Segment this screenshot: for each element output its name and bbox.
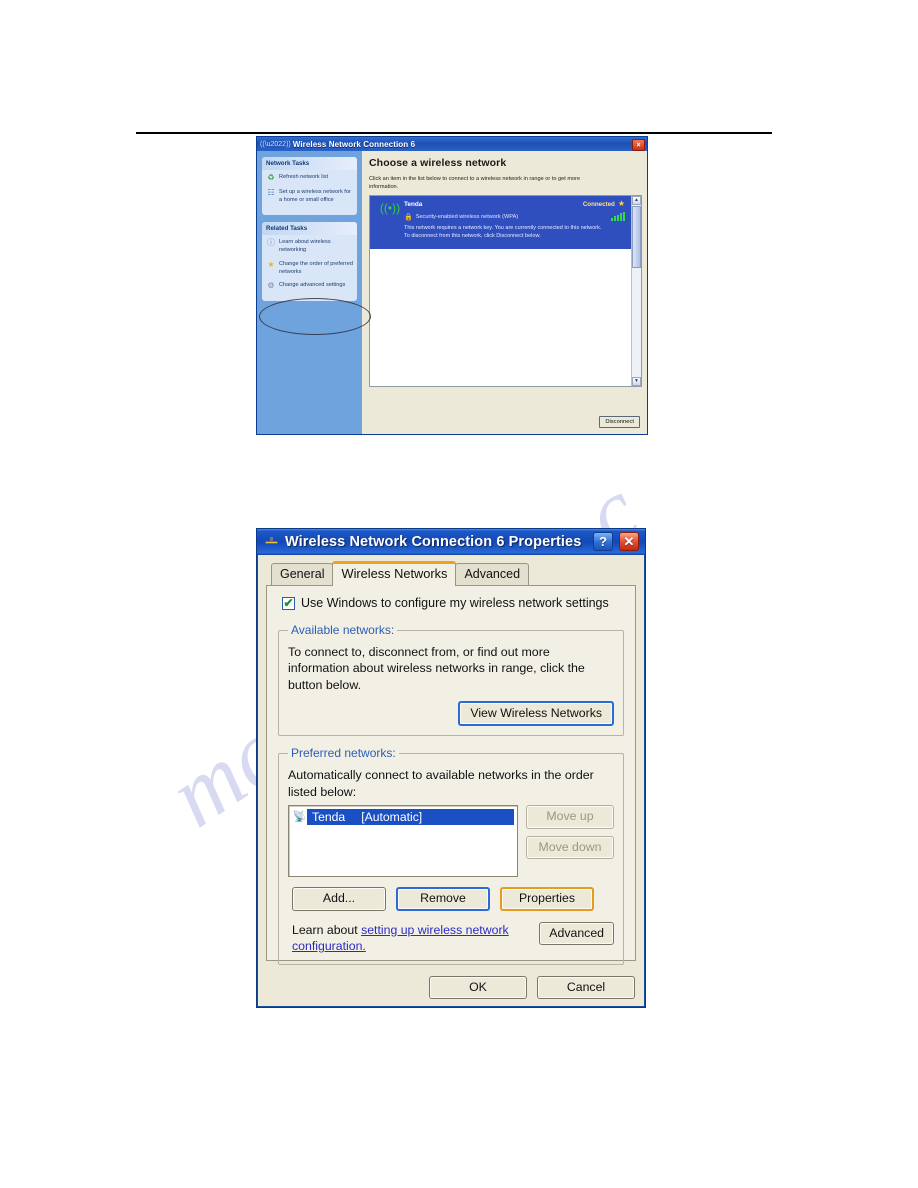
tab-wireless-networks[interactable]: Wireless Networks bbox=[332, 560, 457, 586]
tab-panel-wireless-networks: ✔ Use Windows to configure my wireless n… bbox=[266, 585, 636, 965]
scroll-down-icon[interactable]: ▼ bbox=[632, 377, 641, 387]
list-item[interactable]: 📡 Tenda [Automatic] bbox=[292, 809, 514, 826]
network-security: Security-enabled wireless network (WPA) bbox=[415, 213, 519, 220]
sidebar-item-label: Set up a wireless network for a home or … bbox=[279, 189, 351, 204]
info-icon: ⓘ bbox=[267, 237, 275, 247]
network-description: This network requires a network key. You… bbox=[404, 225, 602, 240]
network-ssid: Tenda bbox=[404, 200, 423, 208]
window2-titlebar: Wireless Network Connection 6 Properties… bbox=[257, 529, 645, 555]
network-tasks-header: Network Tasks bbox=[262, 157, 357, 170]
move-up-button[interactable]: Move up bbox=[526, 805, 614, 829]
window1-footer: Disconnect bbox=[362, 410, 647, 434]
network-item-details: Tenda Connected ★ 🔒 Security-enabled wir… bbox=[404, 200, 625, 241]
window1-body: Network Tasks ♻ Refresh network list ☷ S… bbox=[257, 151, 647, 434]
tab-strip: General Wireless Networks Advanced bbox=[266, 560, 636, 586]
preferred-networks-legend: Preferred networks: bbox=[291, 746, 396, 761]
remove-button[interactable]: Remove bbox=[396, 887, 490, 911]
sidebar-item-label: Change advanced settings bbox=[279, 282, 346, 289]
signal-bars-icon bbox=[610, 212, 625, 222]
sidebar-item-change-order[interactable]: ★ Change the order of preferred networks bbox=[266, 260, 353, 277]
add-button[interactable]: Add... bbox=[292, 887, 386, 911]
close-icon[interactable]: ✕ bbox=[619, 532, 639, 551]
sidebar-item-refresh-network-list[interactable]: ♻ Refresh network list bbox=[266, 173, 353, 183]
tab-advanced[interactable]: Advanced bbox=[455, 563, 530, 585]
wireless-network-properties-dialog: Wireless Network Connection 6 Properties… bbox=[256, 528, 646, 1008]
sidebar-item-learn-about-wireless[interactable]: ⓘ Learn about wireless networking bbox=[266, 238, 353, 255]
tab-general[interactable]: General bbox=[271, 563, 334, 585]
close-icon[interactable]: × bbox=[632, 139, 645, 151]
use-windows-config-row[interactable]: ✔ Use Windows to configure my wireless n… bbox=[278, 596, 624, 610]
preferred-networks-group: Preferred networks: Automatically connec… bbox=[278, 746, 624, 965]
signal-strength-icon: ((•)) bbox=[379, 201, 401, 216]
available-networks-list[interactable]: ((•)) Tenda Connected ★ 🔒 Security-enabl… bbox=[369, 195, 642, 388]
use-windows-label: Use Windows to configure my wireless net… bbox=[301, 596, 609, 610]
favorite-star-icon: ★ bbox=[617, 199, 625, 209]
available-networks-group: Available networks: To connect to, disco… bbox=[278, 623, 624, 737]
dialog-button-row: OK Cancel bbox=[257, 975, 645, 999]
dialog-body: General Wireless Networks Advanced ✔ Use… bbox=[257, 555, 645, 1007]
window1-titlebar: ((\u2022)) Wireless Network Connection 6… bbox=[257, 137, 647, 151]
page-title: Choose a wireless network bbox=[369, 157, 507, 169]
scrollbar-thumb[interactable] bbox=[632, 206, 641, 269]
network-tasks-panel: Network Tasks ♻ Refresh network list ☷ S… bbox=[262, 157, 357, 215]
move-down-button[interactable]: Move down bbox=[526, 835, 614, 859]
wireless-network-icon: 📡 bbox=[292, 810, 307, 823]
advanced-button[interactable]: Advanced bbox=[539, 921, 614, 945]
use-windows-checkbox[interactable]: ✔ bbox=[282, 596, 295, 610]
properties-button[interactable]: Properties bbox=[500, 887, 594, 911]
learn-about-text: Learn about setting up wireless network … bbox=[292, 922, 510, 955]
setup-wizard-icon: ☷ bbox=[267, 188, 275, 197]
network-list-item-tenda[interactable]: ((•)) Tenda Connected ★ 🔒 Security-enabl… bbox=[370, 196, 631, 249]
related-tasks-panel: Related Tasks ⓘ Learn about wireless net… bbox=[262, 221, 357, 302]
wireless-signal-icon: ((\u2022)) bbox=[260, 140, 291, 148]
learn-prefix: Learn about bbox=[292, 922, 362, 937]
cancel-button[interactable]: Cancel bbox=[537, 975, 635, 999]
disconnect-button[interactable]: Disconnect bbox=[599, 416, 640, 428]
refresh-icon: ♻ bbox=[267, 173, 275, 182]
window1-content: Choose a wireless network Click an item … bbox=[362, 151, 647, 434]
sidebar-item-label: Refresh network list bbox=[279, 174, 329, 180]
preferred-networks-listbox[interactable]: 📡 Tenda [Automatic] bbox=[288, 805, 518, 878]
preferred-network-name: Tenda bbox=[312, 810, 346, 825]
sidebar-item-label: Learn about wireless networking bbox=[279, 238, 331, 254]
advanced-settings-icon: ⚙ bbox=[267, 281, 275, 291]
network-tasks-body: ♻ Refresh network list ☷ Set up a wirele… bbox=[262, 170, 357, 215]
preferred-network-mode: [Automatic] bbox=[361, 810, 423, 825]
sidebar-item-label: Change the order of preferred networks bbox=[279, 260, 354, 275]
sidebar-item-change-advanced-settings[interactable]: ⚙ Change advanced settings bbox=[266, 281, 353, 291]
preferred-networks-text: Automatically connect to available netwo… bbox=[288, 768, 594, 799]
related-tasks-body: ⓘ Learn about wireless networking ★ Chan… bbox=[262, 235, 357, 302]
related-tasks-header: Related Tasks bbox=[262, 221, 357, 235]
page-header-rule bbox=[136, 132, 772, 134]
available-networks-legend: Available networks: bbox=[291, 623, 395, 637]
instruction-text: Click an item in the list below to conne… bbox=[369, 176, 581, 191]
lock-icon: 🔒 bbox=[404, 213, 413, 221]
network-list-scrollbar[interactable]: ▲ ▼ bbox=[631, 196, 641, 387]
available-networks-text: To connect to, disconnect from, or find … bbox=[288, 645, 585, 692]
dialog-title: Wireless Network Connection 6 Properties bbox=[285, 534, 582, 550]
window1-sidebar: Network Tasks ♻ Refresh network list ☷ S… bbox=[257, 151, 362, 434]
view-wireless-networks-button[interactable]: View Wireless Networks bbox=[458, 701, 614, 727]
scroll-up-icon[interactable]: ▲ bbox=[632, 196, 641, 206]
network-adapter-icon bbox=[264, 535, 279, 550]
wireless-network-connection-window: ((\u2022)) Wireless Network Connection 6… bbox=[256, 136, 648, 435]
help-icon[interactable]: ? bbox=[593, 532, 613, 551]
window1-title: Wireless Network Connection 6 bbox=[292, 139, 416, 149]
network-status: Connected bbox=[582, 200, 615, 208]
star-icon: ★ bbox=[267, 259, 275, 269]
sidebar-item-setup-wireless-network[interactable]: ☷ Set up a wireless network for a home o… bbox=[266, 188, 353, 205]
ok-button[interactable]: OK bbox=[429, 975, 527, 999]
